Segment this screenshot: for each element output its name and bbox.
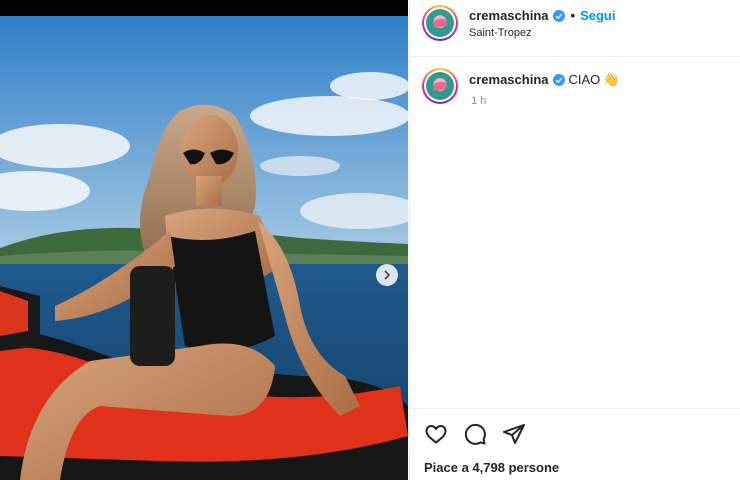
post-media [0,0,408,480]
media-top-bar [0,0,408,16]
follow-button[interactable]: Segui [580,8,615,23]
post-author: cremaschina • Segui [469,8,615,23]
verified-badge-icon [552,10,565,22]
share-icon[interactable] [502,422,526,446]
caption-avatar[interactable] [422,68,458,104]
post-side-panel: cremaschina • Segui Saint-Tropez cremaschi… [409,0,740,480]
post-header: cremaschina • Segui Saint-Tropez [410,0,740,57]
location-link[interactable]: Saint-Tropez [469,27,532,39]
comment-icon[interactable] [463,422,487,446]
next-photo-button[interactable] [376,264,398,286]
post-photo[interactable] [0,16,408,480]
post-actions [424,422,526,446]
avatar[interactable] [422,5,458,41]
divider [410,408,740,409]
caption-text: CIAO [568,72,601,87]
caption-timestamp[interactable]: 1 h [471,95,486,107]
separator-dot: • [570,8,576,23]
caption: cremaschina CIAO 👋 [469,72,619,88]
likes-count[interactable]: Piace a 4,798 persone [424,460,559,475]
caption-username-link[interactable]: cremaschina [469,72,549,87]
waving-hand-emoji: 👋 [603,72,620,87]
username-link[interactable]: cremaschina [469,8,549,23]
chevron-right-icon [384,270,391,280]
verified-badge-icon [552,74,565,86]
heart-icon[interactable] [424,422,448,446]
